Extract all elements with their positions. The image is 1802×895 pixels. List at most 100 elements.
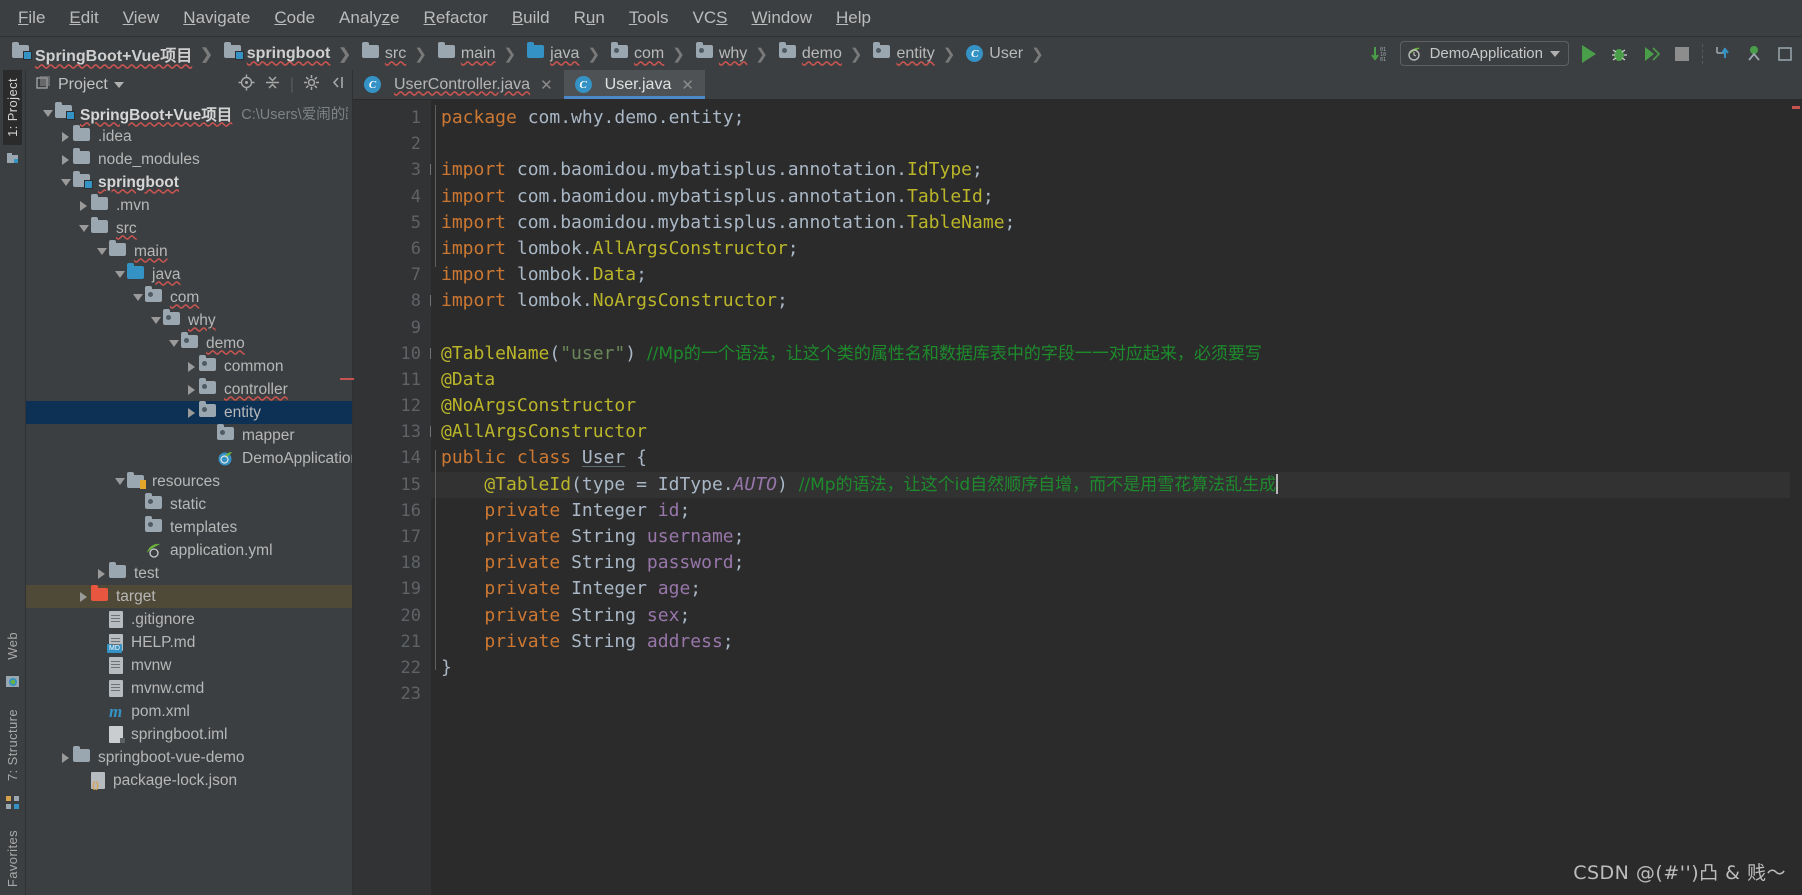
chevron-down-icon[interactable]	[58, 179, 73, 186]
menu-item-tools[interactable]: Tools	[617, 5, 681, 31]
code-line-9[interactable]	[431, 315, 1790, 341]
editor-tab-usercontroller-java[interactable]: C UserController.java ✕	[353, 70, 564, 99]
gutter-line-17[interactable]: 17	[353, 524, 431, 550]
tree-row[interactable]: mvnw.cmd	[26, 677, 352, 700]
code-line-8[interactable]: import lombok.NoArgsConstructor;	[431, 288, 1790, 314]
gutter-line-21[interactable]: 21	[353, 629, 431, 655]
code-content[interactable]: package com.why.demo.entity; import com.b…	[431, 100, 1790, 895]
tree-row[interactable]: springboot-vue-demo	[26, 745, 352, 769]
code-line-22[interactable]: }	[431, 655, 1790, 681]
chevron-down-icon[interactable]	[130, 294, 145, 301]
more-icon[interactable]	[1774, 43, 1796, 65]
chevron-down-icon[interactable]	[112, 271, 127, 278]
chevron-down-icon[interactable]	[113, 82, 124, 88]
menu-item-refactor[interactable]: Refactor	[412, 5, 500, 31]
tree-row[interactable]: .idea	[26, 124, 352, 148]
chevron-right-icon[interactable]	[184, 407, 199, 418]
tree-row[interactable]: DemoApplication	[26, 447, 352, 470]
tree-row[interactable]: m pom.xml	[26, 700, 352, 723]
breadcrumb-item-why[interactable]: why ❯	[692, 41, 775, 63]
gutter-line-19[interactable]: 19	[353, 576, 431, 602]
stop-icon[interactable]	[1671, 43, 1693, 65]
gutter-line-5[interactable]: 5	[353, 210, 431, 236]
tree-row[interactable]: templates	[26, 515, 352, 539]
sidebar-item-web[interactable]: Web	[3, 624, 22, 668]
tree-row[interactable]: why	[26, 308, 352, 332]
code-line-16[interactable]: private Integer id;	[431, 498, 1790, 524]
menu-item-navigate[interactable]: Navigate	[171, 5, 262, 31]
tree-row[interactable]: static	[26, 492, 352, 516]
code-line-12[interactable]: @NoArgsConstructor	[431, 393, 1790, 419]
tree-row[interactable]: .gitignore	[26, 608, 352, 631]
code-editor[interactable]: 123−45678910−111213−14151617181920212223…	[353, 100, 1802, 895]
code-line-10[interactable]: @TableName("user") //Mp的一个语法，让这个类的属性名和数据…	[431, 341, 1790, 367]
code-line-6[interactable]: import lombok.AllArgsConstructor;	[431, 236, 1790, 262]
chevron-down-icon[interactable]	[166, 340, 181, 347]
chevron-down-icon[interactable]	[112, 478, 127, 485]
chevron-right-icon[interactable]	[58, 131, 73, 142]
run-configuration-selector[interactable]: DemoApplication	[1399, 41, 1569, 66]
menu-item-view[interactable]: View	[111, 5, 172, 31]
chevron-down-icon[interactable]	[94, 248, 109, 255]
chevron-right-icon[interactable]	[94, 568, 109, 579]
project-tree[interactable]: SpringBoot+Vue项目 C:\Users\爱闹的蹦蹦\De .idea no…	[26, 100, 352, 895]
menu-item-window[interactable]: Window	[740, 5, 824, 31]
chevron-right-icon[interactable]	[184, 384, 199, 395]
vcs-update-icon[interactable]	[1712, 43, 1734, 65]
collapse-all-icon[interactable]	[264, 74, 281, 96]
gutter-line-16[interactable]: 16	[353, 498, 431, 524]
tree-row[interactable]: java	[26, 262, 352, 286]
tree-row[interactable]: com	[26, 285, 352, 309]
tree-row[interactable]: common	[26, 354, 352, 378]
menu-item-code[interactable]: Code	[262, 5, 327, 31]
code-line-15[interactable]: @TableId(type = IdType.AUTO) //Mp的语法，让这个…	[431, 471, 1790, 498]
menu-item-vcs[interactable]: VCS	[681, 5, 740, 31]
code-line-7[interactable]: import lombok.Data;	[431, 262, 1790, 288]
code-line-14[interactable]: public class User {	[431, 445, 1790, 471]
tree-row[interactable]: target	[26, 584, 352, 608]
vcs-commit-icon[interactable]	[1743, 43, 1765, 65]
menu-item-edit[interactable]: Edit	[57, 5, 110, 31]
tree-row[interactable]: SpringBoot+Vue项目 C:\Users\爱闹的蹦蹦\De	[26, 101, 352, 125]
run-icon[interactable]	[1578, 43, 1600, 65]
breadcrumb-item-springboot[interactable]: springboot ❯	[220, 41, 358, 63]
gutter-line-3[interactable]: 3−	[353, 157, 441, 183]
hide-icon[interactable]	[329, 74, 346, 96]
run-with-coverage-icon[interactable]	[1640, 43, 1662, 65]
code-line-2[interactable]	[431, 131, 1790, 157]
menu-item-analyze[interactable]: Analyze	[327, 5, 412, 31]
gutter-line-22[interactable]: 22	[353, 655, 431, 681]
tree-row[interactable]: main	[26, 239, 352, 263]
code-line-19[interactable]: private Integer age;	[431, 576, 1790, 602]
gutter-line-6[interactable]: 6	[353, 236, 431, 262]
gutter-line-2[interactable]: 2	[353, 131, 431, 157]
chevron-right-icon[interactable]	[184, 361, 199, 372]
tree-row[interactable]: test	[26, 561, 352, 585]
sidebar-item-project[interactable]: 1: Project	[3, 70, 22, 145]
tree-row[interactable]: resources	[26, 470, 352, 493]
breadcrumb-item-user[interactable]: C User ❯	[962, 45, 1050, 63]
editor-marker-strip[interactable]	[1790, 100, 1802, 895]
update-project-icon[interactable]: 01 10 01	[1369, 43, 1391, 65]
tree-row[interactable]: demo	[26, 331, 352, 355]
tree-row[interactable]: MD HELP.md	[26, 631, 352, 654]
gutter-line-18[interactable]: 18	[353, 550, 431, 576]
chevron-right-icon[interactable]	[76, 591, 91, 602]
tree-row[interactable]: node_modules	[26, 147, 352, 171]
line-number-gutter[interactable]: 123−45678910−111213−14151617181920212223	[353, 100, 443, 895]
chevron-down-icon[interactable]	[76, 225, 91, 232]
gutter-line-23[interactable]: 23	[353, 681, 431, 707]
breadcrumb-item-entity[interactable]: entity ❯	[869, 41, 962, 63]
tree-row[interactable]: .mvn	[26, 193, 352, 217]
close-icon[interactable]: ✕	[681, 76, 694, 94]
tree-row[interactable]: mvnw	[26, 654, 352, 677]
code-line-18[interactable]: private String password;	[431, 550, 1790, 576]
code-line-21[interactable]: private String address;	[431, 629, 1790, 655]
chevron-down-icon[interactable]	[40, 110, 55, 117]
breadcrumb-item-java[interactable]: java ❯	[523, 41, 607, 63]
gutter-line-7[interactable]: 7	[353, 262, 431, 288]
gutter-line-13[interactable]: 13−	[353, 419, 441, 445]
chevron-right-icon[interactable]	[76, 200, 91, 211]
code-line-4[interactable]: import com.baomidou.mybatisplus.annotati…	[431, 184, 1790, 210]
tree-row[interactable]: application.yml	[26, 539, 352, 562]
